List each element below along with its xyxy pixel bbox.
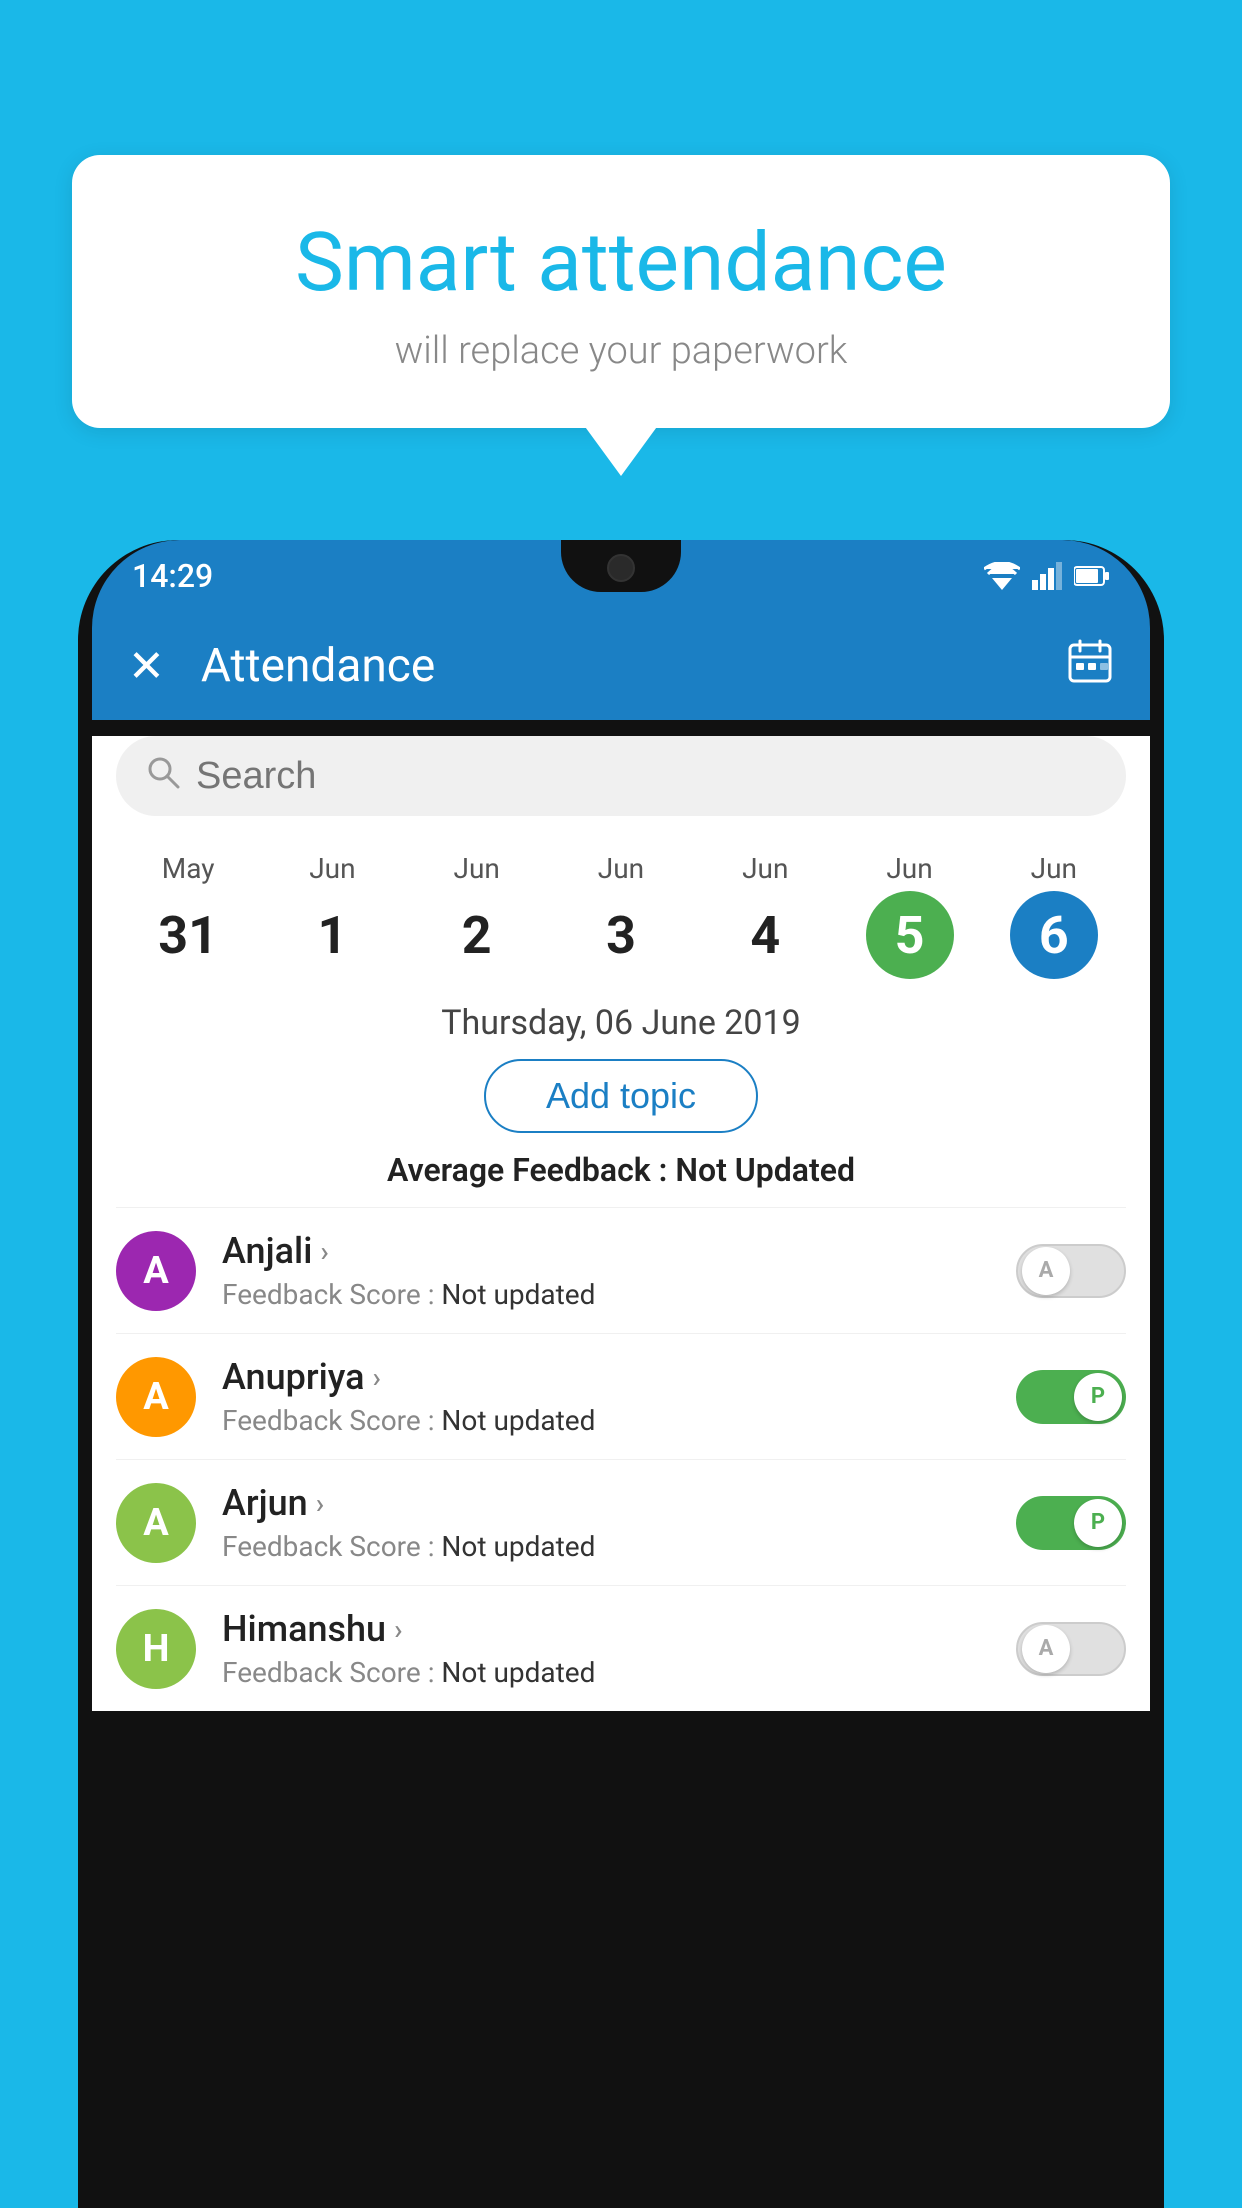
cal-day-number: 2 bbox=[433, 891, 521, 979]
student-name[interactable]: Anjali › bbox=[222, 1230, 990, 1272]
speech-bubble: Smart attendance will replace your paper… bbox=[72, 155, 1170, 428]
battery-icon bbox=[1074, 565, 1110, 587]
calendar-day[interactable]: May 31 bbox=[116, 852, 260, 979]
calendar-day[interactable]: Jun 4 bbox=[693, 852, 837, 979]
search-section: May 31 Jun 1 Jun 2 Jun 3 Jun 4 Jun 5 Jun 6 Thursday, … bbox=[92, 736, 1150, 1711]
selected-date: Thursday, 06 June 2019 bbox=[116, 979, 1126, 1059]
student-info: Arjun › Feedback Score : Not updated bbox=[222, 1482, 990, 1563]
app-title: Attendance bbox=[201, 639, 1030, 693]
chevron-icon: › bbox=[316, 1487, 324, 1520]
phone-frame: 14:29 bbox=[78, 540, 1164, 2208]
cal-month-label: Jun bbox=[549, 852, 693, 885]
student-row: A Anupriya › Feedback Score : Not updated P bbox=[116, 1333, 1126, 1459]
student-name[interactable]: Anupriya › bbox=[222, 1356, 990, 1398]
student-row: A Arjun › Feedback Score : Not updated P bbox=[116, 1459, 1126, 1585]
cal-month-label: Jun bbox=[837, 852, 981, 885]
cal-day-number: 5 bbox=[866, 891, 954, 979]
calendar-day[interactable]: Jun 5 bbox=[837, 852, 981, 979]
attendance-toggle[interactable]: P bbox=[1016, 1370, 1126, 1424]
chevron-icon: › bbox=[373, 1361, 381, 1394]
calendar-day[interactable]: Jun 2 bbox=[405, 852, 549, 979]
calendar-day[interactable]: Jun 6 bbox=[982, 852, 1126, 979]
add-topic-button[interactable]: Add topic bbox=[484, 1059, 758, 1133]
bubble-subtitle: will replace your paperwork bbox=[132, 329, 1110, 373]
student-row: A Anjali › Feedback Score : Not updated A bbox=[116, 1207, 1126, 1333]
student-info: Anjali › Feedback Score : Not updated bbox=[222, 1230, 990, 1311]
calendar-day[interactable]: Jun 3 bbox=[549, 852, 693, 979]
search-input[interactable] bbox=[196, 755, 1096, 798]
phone-inner: 14:29 bbox=[92, 540, 1150, 2208]
cal-month-label: Jun bbox=[405, 852, 549, 885]
cal-day-number: 6 bbox=[1010, 891, 1098, 979]
attendance-toggle[interactable]: P bbox=[1016, 1496, 1126, 1550]
cal-day-number: 31 bbox=[144, 891, 232, 979]
student-feedback: Feedback Score : Not updated bbox=[222, 1278, 990, 1311]
student-info: Himanshu › Feedback Score : Not updated bbox=[222, 1608, 990, 1689]
avatar: A bbox=[116, 1483, 196, 1563]
status-time: 14:29 bbox=[132, 557, 213, 595]
close-icon[interactable]: ✕ bbox=[128, 640, 165, 692]
avg-feedback-label: Average Feedback : bbox=[387, 1151, 675, 1189]
chevron-icon: › bbox=[394, 1613, 402, 1646]
avg-feedback: Average Feedback : Not Updated bbox=[116, 1151, 1126, 1189]
student-feedback: Feedback Score : Not updated bbox=[222, 1404, 990, 1437]
toggle-knob: P bbox=[1074, 1499, 1122, 1547]
calendar-icon[interactable] bbox=[1066, 637, 1114, 696]
cal-month-label: May bbox=[116, 852, 260, 885]
search-icon bbox=[146, 755, 180, 798]
signal-icon bbox=[1032, 562, 1062, 590]
student-row: H Himanshu › Feedback Score : Not updated A bbox=[116, 1585, 1126, 1711]
cal-month-label: Jun bbox=[693, 852, 837, 885]
chevron-icon: › bbox=[320, 1235, 328, 1268]
toggle-knob: A bbox=[1022, 1247, 1070, 1295]
wifi-icon bbox=[984, 562, 1020, 590]
student-info: Anupriya › Feedback Score : Not updated bbox=[222, 1356, 990, 1437]
bubble-title: Smart attendance bbox=[132, 215, 1110, 311]
status-bar: 14:29 bbox=[92, 540, 1150, 612]
toggle-switch[interactable]: P bbox=[1016, 1496, 1126, 1550]
content-area: Thursday, 06 June 2019 Add topic Average… bbox=[92, 979, 1150, 1711]
cal-day-number: 1 bbox=[288, 891, 376, 979]
student-name[interactable]: Arjun › bbox=[222, 1482, 990, 1524]
app-bar: ✕ Attendance bbox=[92, 612, 1150, 720]
toggle-switch[interactable]: A bbox=[1016, 1622, 1126, 1676]
search-bar[interactable] bbox=[116, 736, 1126, 816]
toggle-knob: A bbox=[1022, 1625, 1070, 1673]
cal-day-number: 3 bbox=[577, 891, 665, 979]
status-icons bbox=[984, 562, 1110, 590]
avatar: A bbox=[116, 1357, 196, 1437]
calendar-day[interactable]: Jun 1 bbox=[260, 852, 404, 979]
cal-month-label: Jun bbox=[260, 852, 404, 885]
cal-day-number: 4 bbox=[721, 891, 809, 979]
notch bbox=[561, 540, 681, 592]
toggle-switch[interactable]: P bbox=[1016, 1370, 1126, 1424]
avatar: H bbox=[116, 1609, 196, 1689]
student-name[interactable]: Himanshu › bbox=[222, 1608, 990, 1650]
student-feedback: Feedback Score : Not updated bbox=[222, 1656, 990, 1689]
toggle-switch[interactable]: A bbox=[1016, 1244, 1126, 1298]
avg-feedback-value: Not Updated bbox=[675, 1151, 855, 1189]
camera bbox=[607, 554, 635, 582]
student-feedback: Feedback Score : Not updated bbox=[222, 1530, 990, 1563]
calendar-row: May 31 Jun 1 Jun 2 Jun 3 Jun 4 Jun 5 Jun 6 bbox=[92, 832, 1150, 979]
attendance-toggle[interactable]: A bbox=[1016, 1244, 1126, 1298]
student-list: AAnjali ›Feedback Score : Not updatedAAA… bbox=[116, 1207, 1126, 1711]
cal-month-label: Jun bbox=[982, 852, 1126, 885]
avatar: A bbox=[116, 1231, 196, 1311]
toggle-knob: P bbox=[1074, 1373, 1122, 1421]
attendance-toggle[interactable]: A bbox=[1016, 1622, 1126, 1676]
